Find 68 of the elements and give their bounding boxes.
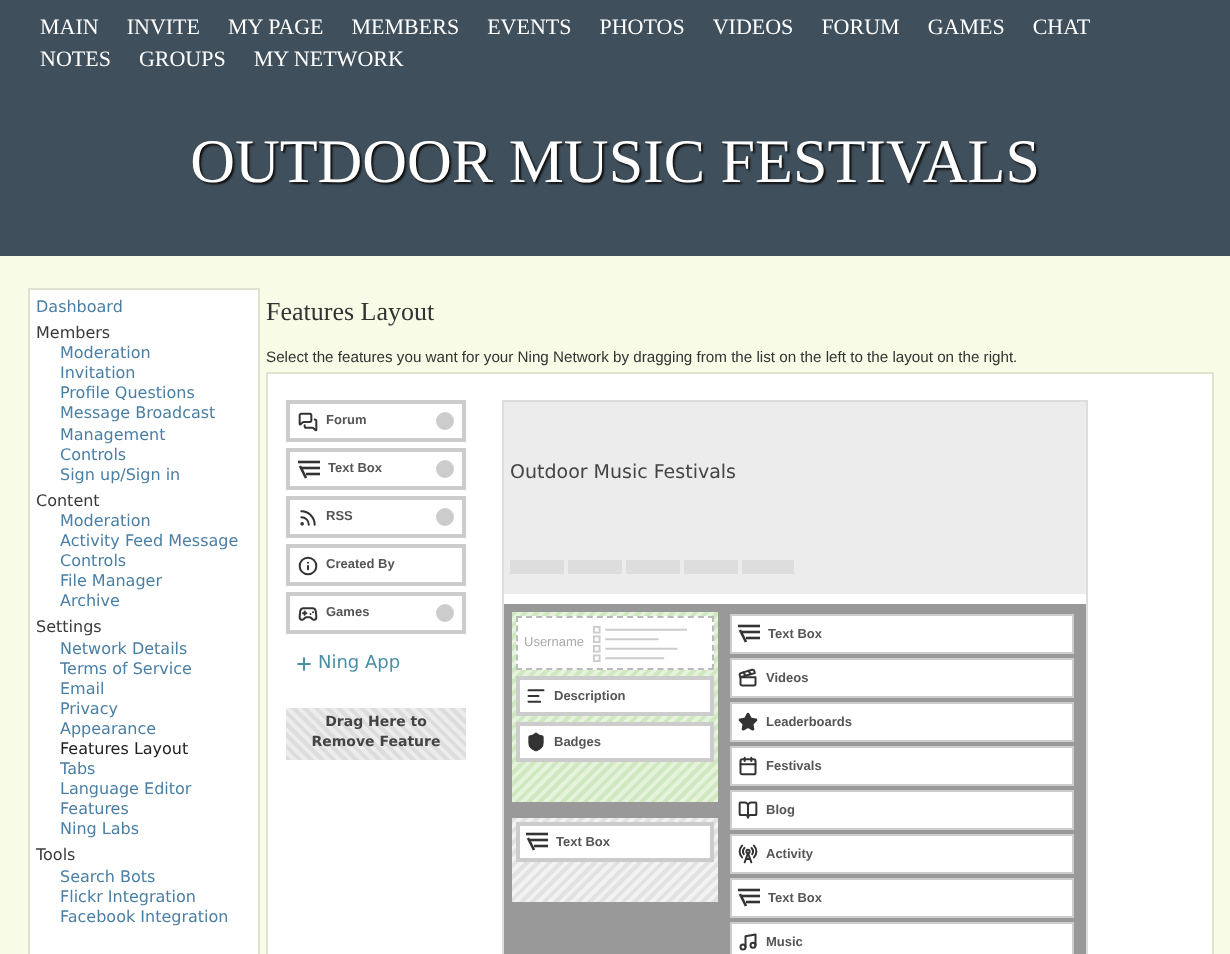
text-box-icon: [298, 459, 320, 479]
shield-icon: [526, 732, 546, 752]
sidebar-link[interactable]: File Manager: [36, 572, 252, 593]
nav-link[interactable]: MY NETWORK: [253, 46, 404, 74]
sidebar-link[interactable]: Privacy: [36, 699, 252, 720]
plus-icon: [294, 654, 314, 674]
sidebar-section-title: Tools: [36, 846, 78, 868]
nav-link[interactable]: GAMES: [927, 14, 1005, 42]
sidebar-link[interactable]: Ning Labs: [36, 820, 252, 841]
sidebar-link[interactable]: Features Layout: [36, 739, 252, 761]
sidebar-link[interactable]: Email: [36, 679, 252, 700]
nav-link[interactable]: MAIN: [40, 14, 99, 42]
sidebar-link[interactable]: Flickr Integration: [36, 887, 252, 908]
sidebar-section-title: Settings: [36, 618, 104, 639]
info-icon: [298, 555, 318, 575]
music-note-icon: [738, 932, 758, 952]
nav-link[interactable]: INVITE: [126, 14, 200, 42]
sidebar-link[interactable]: Features: [36, 800, 252, 821]
sidebar-link[interactable]: Facebook Integration: [36, 907, 252, 928]
nav-link[interactable]: VIDEOS: [712, 14, 794, 42]
text-box-icon: [526, 832, 548, 852]
preview-title: Outdoor Music Festivals: [510, 462, 738, 484]
sidebar-link[interactable]: Dashboard: [36, 298, 252, 319]
sidebar-link[interactable]: Search Bots: [36, 867, 252, 888]
add-app-link[interactable]: Ning App: [294, 654, 466, 674]
text-box-icon: [738, 624, 760, 644]
clapperboard-icon: [738, 668, 758, 688]
text-box-icon: [738, 888, 760, 908]
sidebar-section-title: Content: [36, 491, 102, 512]
help-icon[interactable]: [436, 460, 454, 478]
nav-link[interactable]: FORUM: [821, 14, 900, 42]
sidebar-link[interactable]: Message Broadcast: [36, 404, 252, 426]
gamepad-icon: [298, 603, 318, 623]
star-icon: [738, 712, 758, 732]
help-icon[interactable]: [436, 412, 454, 430]
sidebar-link[interactable]: Controls: [36, 445, 252, 466]
sidebar-link[interactable]: Archive: [36, 592, 252, 613]
rss-icon: [298, 507, 318, 527]
antenna-icon: [738, 844, 758, 864]
nav-link[interactable]: GROUPS: [138, 46, 226, 74]
nav-link[interactable]: PHOTOS: [599, 14, 685, 42]
chat-bubbles-icon: [298, 411, 318, 431]
nav-link[interactable]: MY PAGE: [228, 14, 324, 42]
book-icon: [738, 800, 758, 820]
calendar-icon: [738, 756, 758, 776]
sidebar-link[interactable]: Network Details: [36, 639, 252, 660]
help-icon[interactable]: [436, 604, 454, 622]
sidebar-link[interactable]: Terms of Service: [36, 659, 252, 680]
sidebar-link[interactable]: Sign up/Sign in: [36, 465, 252, 486]
sidebar-link[interactable]: Appearance: [36, 719, 252, 740]
sidebar-link[interactable]: Language Editor: [36, 780, 252, 801]
sidebar-link[interactable]: Invitation: [36, 364, 252, 385]
sidebar-link[interactable]: Moderation: [36, 511, 252, 533]
nav-link[interactable]: CHAT: [1032, 14, 1091, 42]
sidebar-link[interactable]: Controls: [36, 552, 252, 573]
nav-link[interactable]: MEMBERS: [351, 14, 460, 42]
sidebar-link[interactable]: Tabs: [36, 760, 252, 781]
sidebar-section-title: Members: [36, 324, 113, 345]
page-heading: Features Layout: [266, 296, 437, 328]
sidebar-link[interactable]: Moderation: [36, 344, 252, 365]
nav-link[interactable]: EVENTS: [487, 14, 572, 42]
sidebar-link[interactable]: Management: [36, 425, 252, 446]
sidebar-link[interactable]: Activity Feed Message: [36, 532, 252, 553]
help-icon[interactable]: [436, 508, 454, 526]
lines-icon: [526, 686, 546, 706]
site-title: OUTDOOR MUSIC FESTIVALS: [188, 126, 1042, 198]
nav-link[interactable]: NOTES: [40, 46, 111, 74]
sidebar-link[interactable]: Profile Questions: [36, 384, 252, 405]
